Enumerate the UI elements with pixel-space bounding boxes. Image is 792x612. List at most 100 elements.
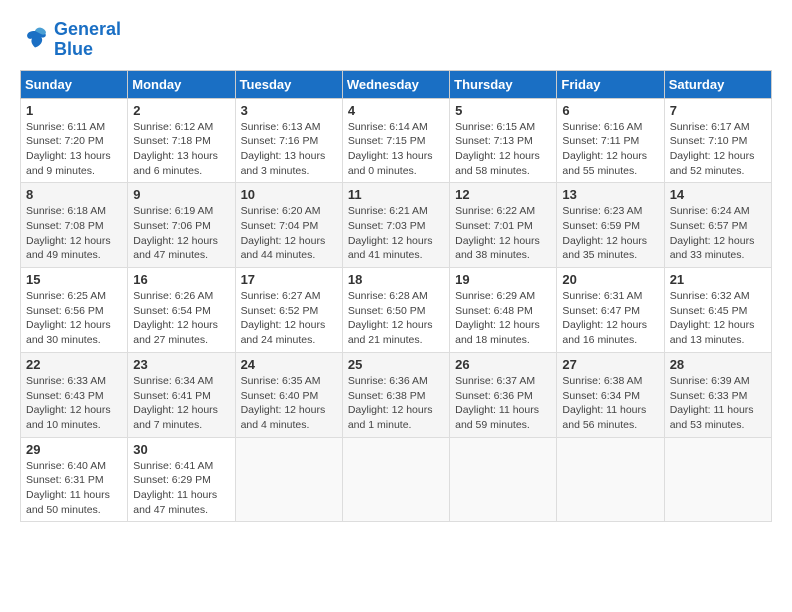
- calendar-day-header: Thursday: [450, 70, 557, 98]
- day-info: Sunrise: 6:25 AM Sunset: 6:56 PM Dayligh…: [26, 289, 122, 348]
- day-info: Sunrise: 6:23 AM Sunset: 6:59 PM Dayligh…: [562, 204, 658, 263]
- day-info: Sunrise: 6:34 AM Sunset: 6:41 PM Dayligh…: [133, 374, 229, 433]
- day-number: 3: [241, 103, 337, 118]
- calendar-cell: 17 Sunrise: 6:27 AM Sunset: 6:52 PM Dayl…: [235, 268, 342, 353]
- calendar-cell: 19 Sunrise: 6:29 AM Sunset: 6:48 PM Dayl…: [450, 268, 557, 353]
- calendar-cell: [342, 437, 449, 522]
- day-info: Sunrise: 6:15 AM Sunset: 7:13 PM Dayligh…: [455, 120, 551, 179]
- logo-icon: [20, 25, 50, 55]
- calendar-day-header: Sunday: [21, 70, 128, 98]
- calendar-day-header: Saturday: [664, 70, 771, 98]
- calendar-cell: 29 Sunrise: 6:40 AM Sunset: 6:31 PM Dayl…: [21, 437, 128, 522]
- calendar-cell: 15 Sunrise: 6:25 AM Sunset: 6:56 PM Dayl…: [21, 268, 128, 353]
- day-info: Sunrise: 6:21 AM Sunset: 7:03 PM Dayligh…: [348, 204, 444, 263]
- calendar-cell: [450, 437, 557, 522]
- calendar-cell: 9 Sunrise: 6:19 AM Sunset: 7:06 PM Dayli…: [128, 183, 235, 268]
- calendar-cell: 25 Sunrise: 6:36 AM Sunset: 6:38 PM Dayl…: [342, 352, 449, 437]
- day-info: Sunrise: 6:24 AM Sunset: 6:57 PM Dayligh…: [670, 204, 766, 263]
- day-info: Sunrise: 6:29 AM Sunset: 6:48 PM Dayligh…: [455, 289, 551, 348]
- day-info: Sunrise: 6:35 AM Sunset: 6:40 PM Dayligh…: [241, 374, 337, 433]
- calendar-cell: 28 Sunrise: 6:39 AM Sunset: 6:33 PM Dayl…: [664, 352, 771, 437]
- day-info: Sunrise: 6:32 AM Sunset: 6:45 PM Dayligh…: [670, 289, 766, 348]
- calendar-cell: 5 Sunrise: 6:15 AM Sunset: 7:13 PM Dayli…: [450, 98, 557, 183]
- calendar-week-row: 29 Sunrise: 6:40 AM Sunset: 6:31 PM Dayl…: [21, 437, 772, 522]
- day-number: 8: [26, 187, 122, 202]
- calendar-cell: 1 Sunrise: 6:11 AM Sunset: 7:20 PM Dayli…: [21, 98, 128, 183]
- day-number: 7: [670, 103, 766, 118]
- calendar-cell: 14 Sunrise: 6:24 AM Sunset: 6:57 PM Dayl…: [664, 183, 771, 268]
- day-info: Sunrise: 6:20 AM Sunset: 7:04 PM Dayligh…: [241, 204, 337, 263]
- logo: General Blue: [20, 20, 121, 60]
- day-number: 29: [26, 442, 122, 457]
- calendar-cell: 10 Sunrise: 6:20 AM Sunset: 7:04 PM Dayl…: [235, 183, 342, 268]
- day-number: 6: [562, 103, 658, 118]
- day-number: 10: [241, 187, 337, 202]
- day-number: 13: [562, 187, 658, 202]
- day-info: Sunrise: 6:19 AM Sunset: 7:06 PM Dayligh…: [133, 204, 229, 263]
- day-number: 21: [670, 272, 766, 287]
- calendar-cell: 4 Sunrise: 6:14 AM Sunset: 7:15 PM Dayli…: [342, 98, 449, 183]
- calendar-day-header: Wednesday: [342, 70, 449, 98]
- calendar-cell: 20 Sunrise: 6:31 AM Sunset: 6:47 PM Dayl…: [557, 268, 664, 353]
- calendar-table: SundayMondayTuesdayWednesdayThursdayFrid…: [20, 70, 772, 523]
- day-number: 23: [133, 357, 229, 372]
- day-number: 26: [455, 357, 551, 372]
- calendar-body: 1 Sunrise: 6:11 AM Sunset: 7:20 PM Dayli…: [21, 98, 772, 522]
- day-info: Sunrise: 6:14 AM Sunset: 7:15 PM Dayligh…: [348, 120, 444, 179]
- calendar-day-header: Tuesday: [235, 70, 342, 98]
- day-number: 9: [133, 187, 229, 202]
- day-number: 14: [670, 187, 766, 202]
- day-number: 17: [241, 272, 337, 287]
- calendar-week-row: 15 Sunrise: 6:25 AM Sunset: 6:56 PM Dayl…: [21, 268, 772, 353]
- day-info: Sunrise: 6:28 AM Sunset: 6:50 PM Dayligh…: [348, 289, 444, 348]
- calendar-cell: 6 Sunrise: 6:16 AM Sunset: 7:11 PM Dayli…: [557, 98, 664, 183]
- day-number: 15: [26, 272, 122, 287]
- day-info: Sunrise: 6:18 AM Sunset: 7:08 PM Dayligh…: [26, 204, 122, 263]
- calendar-cell: 16 Sunrise: 6:26 AM Sunset: 6:54 PM Dayl…: [128, 268, 235, 353]
- day-number: 4: [348, 103, 444, 118]
- day-number: 27: [562, 357, 658, 372]
- day-info: Sunrise: 6:16 AM Sunset: 7:11 PM Dayligh…: [562, 120, 658, 179]
- calendar-week-row: 1 Sunrise: 6:11 AM Sunset: 7:20 PM Dayli…: [21, 98, 772, 183]
- day-number: 2: [133, 103, 229, 118]
- day-number: 11: [348, 187, 444, 202]
- day-info: Sunrise: 6:11 AM Sunset: 7:20 PM Dayligh…: [26, 120, 122, 179]
- calendar-cell: 13 Sunrise: 6:23 AM Sunset: 6:59 PM Dayl…: [557, 183, 664, 268]
- calendar-header-row: SundayMondayTuesdayWednesdayThursdayFrid…: [21, 70, 772, 98]
- calendar-cell: 2 Sunrise: 6:12 AM Sunset: 7:18 PM Dayli…: [128, 98, 235, 183]
- calendar-cell: 21 Sunrise: 6:32 AM Sunset: 6:45 PM Dayl…: [664, 268, 771, 353]
- day-number: 30: [133, 442, 229, 457]
- day-info: Sunrise: 6:37 AM Sunset: 6:36 PM Dayligh…: [455, 374, 551, 433]
- day-info: Sunrise: 6:13 AM Sunset: 7:16 PM Dayligh…: [241, 120, 337, 179]
- day-number: 20: [562, 272, 658, 287]
- day-number: 1: [26, 103, 122, 118]
- day-info: Sunrise: 6:33 AM Sunset: 6:43 PM Dayligh…: [26, 374, 122, 433]
- calendar-cell: 11 Sunrise: 6:21 AM Sunset: 7:03 PM Dayl…: [342, 183, 449, 268]
- day-number: 18: [348, 272, 444, 287]
- calendar-cell: 27 Sunrise: 6:38 AM Sunset: 6:34 PM Dayl…: [557, 352, 664, 437]
- day-info: Sunrise: 6:27 AM Sunset: 6:52 PM Dayligh…: [241, 289, 337, 348]
- calendar-cell: 22 Sunrise: 6:33 AM Sunset: 6:43 PM Dayl…: [21, 352, 128, 437]
- day-number: 16: [133, 272, 229, 287]
- day-info: Sunrise: 6:17 AM Sunset: 7:10 PM Dayligh…: [670, 120, 766, 179]
- day-number: 24: [241, 357, 337, 372]
- day-number: 22: [26, 357, 122, 372]
- calendar-cell: 3 Sunrise: 6:13 AM Sunset: 7:16 PM Dayli…: [235, 98, 342, 183]
- logo-text: General Blue: [54, 20, 121, 60]
- day-info: Sunrise: 6:39 AM Sunset: 6:33 PM Dayligh…: [670, 374, 766, 433]
- day-info: Sunrise: 6:40 AM Sunset: 6:31 PM Dayligh…: [26, 459, 122, 518]
- day-info: Sunrise: 6:36 AM Sunset: 6:38 PM Dayligh…: [348, 374, 444, 433]
- day-number: 25: [348, 357, 444, 372]
- day-number: 19: [455, 272, 551, 287]
- day-info: Sunrise: 6:26 AM Sunset: 6:54 PM Dayligh…: [133, 289, 229, 348]
- day-info: Sunrise: 6:38 AM Sunset: 6:34 PM Dayligh…: [562, 374, 658, 433]
- day-number: 28: [670, 357, 766, 372]
- day-info: Sunrise: 6:41 AM Sunset: 6:29 PM Dayligh…: [133, 459, 229, 518]
- day-info: Sunrise: 6:12 AM Sunset: 7:18 PM Dayligh…: [133, 120, 229, 179]
- calendar-cell: 30 Sunrise: 6:41 AM Sunset: 6:29 PM Dayl…: [128, 437, 235, 522]
- calendar-cell: [557, 437, 664, 522]
- calendar-cell: [235, 437, 342, 522]
- day-number: 5: [455, 103, 551, 118]
- calendar-week-row: 22 Sunrise: 6:33 AM Sunset: 6:43 PM Dayl…: [21, 352, 772, 437]
- calendar-cell: 7 Sunrise: 6:17 AM Sunset: 7:10 PM Dayli…: [664, 98, 771, 183]
